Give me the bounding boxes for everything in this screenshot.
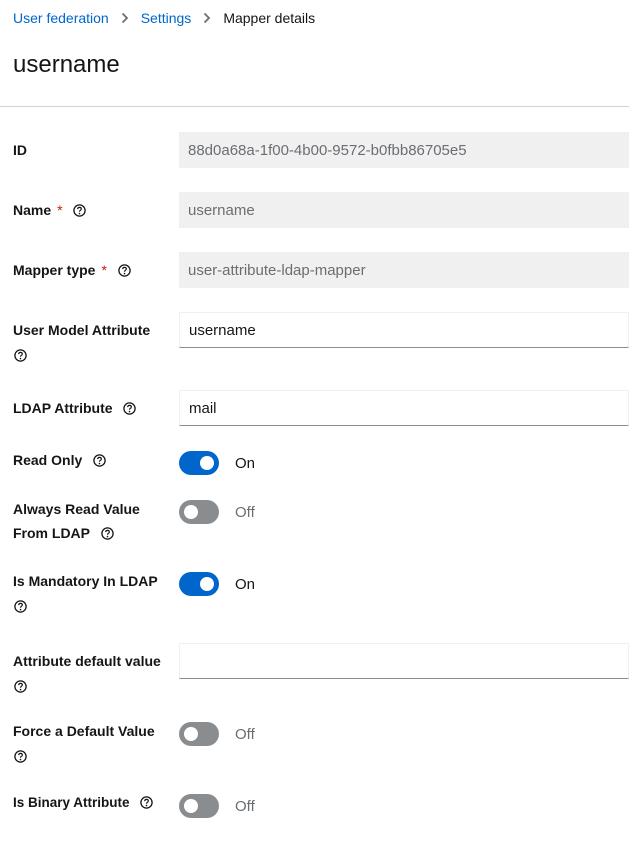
help-icon[interactable] xyxy=(118,264,131,277)
help-icon[interactable] xyxy=(123,402,137,415)
switch-track xyxy=(179,794,219,818)
is-mandatory-state: On xyxy=(235,575,256,593)
always-read-value-switch[interactable]: Off xyxy=(179,500,255,524)
mapper-type-input xyxy=(179,252,629,288)
user-model-attribute-input[interactable] xyxy=(179,312,629,348)
force-default-value-label: Force a Default Value xyxy=(13,719,155,763)
always-read-value-label: Always Read Value From LDAP xyxy=(13,501,140,541)
page-title: username xyxy=(13,51,120,78)
header-divider xyxy=(0,106,629,107)
help-icon[interactable] xyxy=(93,454,106,467)
chevron-right-icon xyxy=(121,12,129,24)
help-icon[interactable] xyxy=(14,596,27,613)
is-binary-attribute-label: Is Binary Attribute xyxy=(13,791,154,815)
attribute-default-value-label: Attribute default value xyxy=(13,649,161,693)
name-label: Name * xyxy=(13,198,87,222)
switch-track xyxy=(179,500,219,524)
attribute-default-value-input[interactable] xyxy=(179,643,629,679)
help-icon[interactable] xyxy=(14,345,27,362)
breadcrumb: User federation Settings Mapper details xyxy=(13,10,315,26)
is-mandatory-switch[interactable]: On xyxy=(179,572,255,596)
name-input xyxy=(179,192,629,228)
ldap-attribute-label: LDAP Attribute xyxy=(13,396,137,420)
switch-knob xyxy=(200,456,214,470)
read-only-state: On xyxy=(235,454,256,472)
breadcrumb-current: Mapper details xyxy=(223,10,316,26)
is-binary-attribute-state: Off xyxy=(235,797,255,815)
id-input xyxy=(179,132,629,168)
read-only-switch[interactable]: On xyxy=(179,451,255,475)
switch-knob xyxy=(184,727,198,741)
is-binary-attribute-switch[interactable]: Off xyxy=(179,794,255,818)
breadcrumb-settings[interactable]: Settings xyxy=(141,10,192,26)
switch-track xyxy=(179,722,219,746)
id-label: ID xyxy=(13,142,27,158)
help-icon[interactable] xyxy=(14,676,27,693)
required-marker: * xyxy=(101,262,107,278)
switch-knob xyxy=(184,505,198,519)
switch-track xyxy=(179,572,219,596)
switch-knob xyxy=(184,799,198,813)
user-model-attribute-label: User Model Attribute xyxy=(13,318,150,362)
is-mandatory-label: Is Mandatory In LDAP xyxy=(13,569,158,613)
breadcrumb-user-federation[interactable]: User federation xyxy=(13,10,109,26)
required-marker: * xyxy=(57,202,63,218)
force-default-value-state: Off xyxy=(235,725,255,743)
chevron-right-icon xyxy=(203,12,211,24)
switch-knob xyxy=(200,577,214,591)
always-read-value-state: Off xyxy=(235,503,255,521)
read-only-label: Read Only xyxy=(13,448,106,472)
help-icon[interactable] xyxy=(73,204,87,217)
help-icon[interactable] xyxy=(100,527,114,540)
help-icon[interactable] xyxy=(14,746,27,763)
help-icon[interactable] xyxy=(140,796,154,809)
force-default-value-switch[interactable]: Off xyxy=(179,722,255,746)
mapper-type-label: Mapper type * xyxy=(13,258,131,282)
ldap-attribute-input[interactable] xyxy=(179,390,629,426)
switch-track xyxy=(179,451,219,475)
